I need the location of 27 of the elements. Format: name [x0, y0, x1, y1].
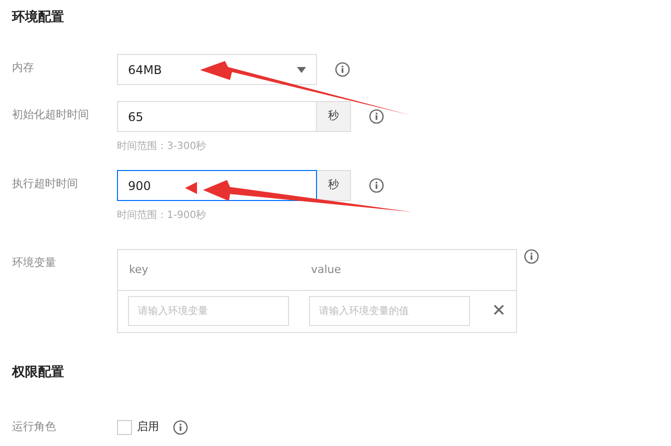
info-icon[interactable] [524, 249, 539, 264]
field-label: 内存 [12, 60, 35, 76]
column-header: key [129, 262, 150, 278]
section-heading: 权限配置 [12, 364, 65, 382]
section-heading: 环境配置 [12, 8, 65, 27]
hint-text: 时间范围：1-900秒 [117, 208, 208, 223]
unit-addon: 秒 [317, 170, 351, 201]
info-icon[interactable] [173, 420, 188, 435]
checkbox-label: 启用 [137, 419, 159, 435]
key-field[interactable]: 请输入环境变量 [128, 296, 289, 326]
field-label: 初始化超时时间 [12, 107, 90, 123]
field-label: 运行角色 [12, 419, 57, 435]
arrowhead [185, 182, 197, 194]
info-icon[interactable] [369, 178, 384, 193]
memory-select[interactable]: 64MB [117, 54, 317, 85]
hint-text: 时间范围：3-300秒 [117, 140, 208, 154]
info-icon[interactable] [369, 109, 384, 124]
column-header: value [311, 262, 342, 278]
caret-icon [297, 66, 306, 72]
info-icon[interactable] [335, 62, 350, 77]
checkbox[interactable] [117, 420, 132, 435]
unit-addon: 秒 [317, 101, 351, 132]
field-label: 环境变量 [12, 255, 57, 271]
number-field[interactable]: 65 [117, 101, 317, 132]
remove-button[interactable]: ✕ [492, 302, 506, 320]
field-label: 执行超时时间 [12, 176, 79, 192]
value-field[interactable]: 请输入环境变量的值 [308, 296, 470, 326]
